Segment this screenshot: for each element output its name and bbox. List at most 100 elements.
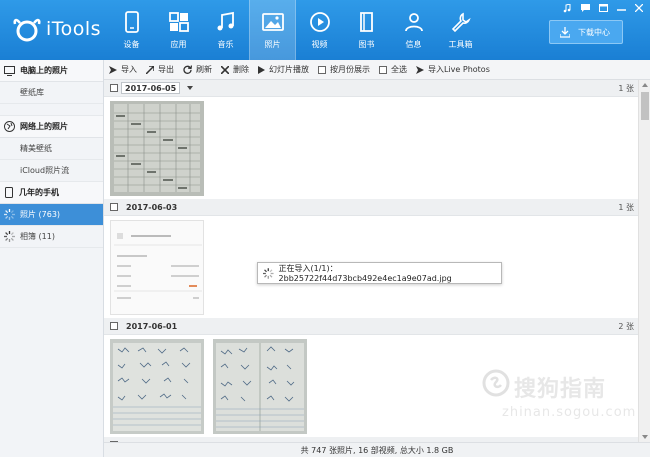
sidebar-group-web-photos[interactable]: 网络上的照片	[0, 116, 103, 138]
refresh-button[interactable]: 刷新	[183, 64, 212, 75]
photo-thumbnail[interactable]	[110, 101, 204, 196]
delete-button[interactable]: 删除	[221, 64, 249, 75]
itools-logo-icon	[13, 18, 41, 42]
feedback-button[interactable]	[578, 2, 592, 14]
sidebar-item-icloud-stream[interactable]: iCloud照片流	[0, 160, 103, 182]
scroll-down-icon	[642, 435, 648, 439]
monitor-icon	[4, 65, 15, 76]
slideshow-label: 幻灯片播放	[269, 65, 309, 74]
photo-thumbnail[interactable]	[110, 339, 204, 434]
photo-icon	[261, 13, 284, 31]
receipt-screenshot-image	[111, 221, 203, 314]
play-icon	[258, 65, 265, 74]
sidebar-item-photos[interactable]: 照片 (763)	[0, 204, 103, 226]
delete-label: 删除	[233, 65, 249, 74]
import-button[interactable]: 导入	[109, 64, 137, 75]
export-button[interactable]: 导出	[146, 64, 174, 75]
by-month-label: 按月份展示	[330, 65, 370, 74]
nav-label: 音乐	[217, 40, 234, 49]
sidebar-item-label: 壁纸库	[20, 88, 44, 97]
date-selector[interactable]: 2017-06-05	[121, 82, 181, 94]
nav-label: 视频	[311, 40, 328, 49]
nav-toolbox[interactable]: 工具箱	[437, 0, 484, 60]
status-text: 共 747 张照片, 16 部视频, 总大小 1.8 GB	[300, 445, 454, 455]
date-group-header: 2017-06-01 2 张	[104, 318, 638, 335]
app-logo: iTools	[8, 12, 108, 48]
nav-label: 应用	[170, 40, 187, 49]
import-live-photos-button[interactable]: 导入Live Photos	[416, 64, 490, 75]
music-mini-button[interactable]	[560, 2, 574, 14]
chat-icon	[580, 4, 590, 12]
group-checkbox[interactable]	[110, 322, 118, 330]
close-icon	[635, 4, 643, 12]
book-icon	[359, 12, 373, 32]
photo-thumbnail[interactable]	[213, 339, 307, 434]
sidebar-group-device[interactable]: 几年的手机	[0, 182, 103, 204]
checkbox	[379, 65, 387, 74]
watermark-url: zhinan.sogou.com	[502, 405, 637, 420]
phone-icon	[5, 187, 13, 198]
nav-music[interactable]: 音乐	[202, 0, 249, 60]
sidebar-item-label: 照片 (763)	[20, 210, 61, 219]
date-dropdown-button[interactable]	[184, 82, 196, 94]
date-label: 2017-06-03	[126, 202, 178, 212]
export-arrow-icon	[146, 65, 154, 74]
sidebar-group-label: 几年的手机	[19, 188, 59, 197]
app-name: iTools	[46, 18, 102, 40]
status-bar: 共 747 张照片, 16 部视频, 总大小 1.8 GB	[104, 442, 650, 457]
close-button[interactable]	[632, 2, 646, 14]
import-arrow-icon	[416, 65, 424, 74]
nav-photos[interactable]: 照片	[249, 0, 296, 60]
import-progress-text: 正在导入(1/1)：2bb25722f44d73bcb492e4ec1a9e07…	[278, 264, 452, 283]
date-group-header: 2017-06-05 1 张	[104, 80, 638, 97]
video-icon	[309, 12, 330, 32]
nav-label: 照片	[264, 40, 281, 49]
handwritten-sheet-image	[213, 339, 307, 434]
loading-spinner-icon	[263, 267, 274, 279]
nav-label: 设备	[123, 40, 140, 49]
import-live-label: 导入Live Photos	[428, 65, 490, 74]
group-checkbox[interactable]	[110, 84, 118, 92]
download-center-label: 下载中心	[578, 27, 610, 37]
sogou-logo-icon	[482, 369, 510, 397]
sidebar-group-pc-photos[interactable]: 电脑上的照片	[0, 60, 103, 82]
sidebar-item-label: iCloud照片流	[20, 166, 70, 175]
sidebar-spacer	[0, 104, 103, 116]
select-all-checkbox[interactable]: 全选	[379, 64, 407, 75]
main-nav: 设备 应用 音乐 照片 视频 图书 信息 工具箱	[108, 0, 484, 60]
photo-thumbnail[interactable]	[110, 220, 204, 315]
slideshow-button[interactable]: 幻灯片播放	[258, 64, 309, 75]
sidebar-item-wallpaper[interactable]: 壁纸库	[0, 82, 103, 104]
content-scrollbar[interactable]	[638, 80, 650, 442]
sidebar-item-albums[interactable]: 相簿 (11)	[0, 226, 103, 248]
person-icon	[404, 13, 423, 32]
date-label: 2017-06-05	[125, 83, 177, 93]
top-header: iTools 设备 应用 音乐 照片 视频 图书 信息 工具箱 下载中心	[0, 0, 650, 60]
download-center-button[interactable]: 下载中心	[549, 20, 623, 44]
nav-video[interactable]: 视频	[296, 0, 343, 60]
loading-spinner-icon	[4, 209, 15, 220]
sidebar-item-featured-wallpaper[interactable]: 精美壁纸	[0, 138, 103, 160]
sidebar: 电脑上的照片 壁纸库 网络上的照片 精美壁纸 iCloud照片流 几年的手机 照…	[0, 60, 104, 457]
nav-books[interactable]: 图书	[343, 0, 390, 60]
nav-device[interactable]: 设备	[108, 0, 155, 60]
photo-count: 1 张	[618, 83, 634, 93]
scrollbar-thumb[interactable]	[641, 92, 649, 120]
download-icon	[560, 26, 570, 38]
nav-apps[interactable]: 应用	[155, 0, 202, 60]
chevron-down-icon	[187, 86, 194, 90]
by-month-checkbox[interactable]: 按月份展示	[318, 64, 370, 75]
refresh-label: 刷新	[196, 65, 212, 74]
sidebar-item-label: 精美壁纸	[20, 144, 52, 153]
import-label: 导入	[121, 65, 137, 74]
skin-button[interactable]	[596, 2, 610, 14]
music-icon	[217, 11, 234, 31]
nav-info[interactable]: 信息	[390, 0, 437, 60]
export-label: 导出	[158, 65, 174, 74]
scroll-up-icon	[642, 83, 648, 87]
sidebar-group-label: 网络上的照片	[20, 122, 68, 131]
date-label: 2017-06-01	[126, 321, 178, 331]
group-checkbox[interactable]	[110, 203, 118, 211]
minimize-button[interactable]	[614, 2, 628, 14]
import-arrow-icon	[109, 65, 117, 74]
